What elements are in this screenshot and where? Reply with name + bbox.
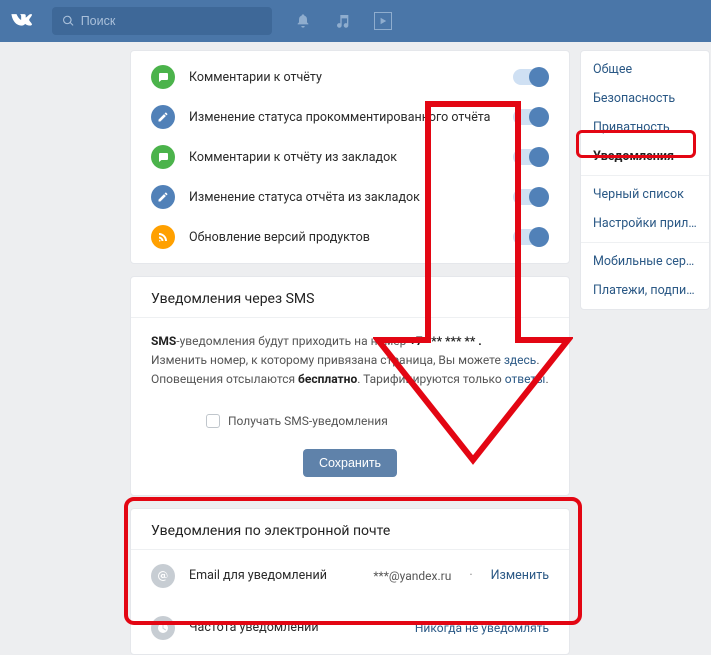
comment-icon	[151, 65, 175, 89]
sidebar-item[interactable]: Черный список	[581, 180, 709, 209]
sidebar-item[interactable]: Общее	[581, 55, 709, 84]
sidebar-item[interactable]: Приватность	[581, 113, 709, 142]
settings-sidebar: ОбщееБезопасностьПриватностьУведомления Ч…	[580, 50, 710, 310]
bell-icon[interactable]	[294, 12, 312, 30]
frequency-label: Частота уведомлений	[189, 620, 401, 635]
clock-icon	[151, 616, 175, 640]
notif-row: Изменение статуса прокомментированного о…	[131, 97, 569, 137]
at-icon	[151, 564, 175, 588]
play-icon[interactable]	[374, 12, 392, 30]
email-title: Уведомления по электронной почте	[131, 509, 569, 550]
notif-label: Обновление версий продуктов	[189, 230, 499, 245]
sidebar-item[interactable]: Настройки приложений	[581, 209, 709, 238]
sidebar-item[interactable]: Мобильные сервисы	[581, 247, 709, 276]
music-icon[interactable]	[334, 12, 352, 30]
toggle[interactable]	[513, 189, 549, 205]
sidebar-item[interactable]: Платежи, подписки, переводы	[581, 276, 709, 305]
sms-title: Уведомления через SMS	[131, 277, 569, 318]
sidebar-separator	[581, 242, 709, 243]
sidebar-item[interactable]: Безопасность	[581, 84, 709, 113]
app-header	[0, 0, 711, 42]
change-number-link[interactable]: здесь	[504, 353, 537, 367]
notif-row: Комментарии к отчёту из закладок	[131, 137, 569, 177]
sms-card: Уведомления через SMS SMS-уведомления бу…	[130, 276, 570, 496]
frequency-value: Никогда не уведомлять	[415, 621, 549, 635]
email-row-frequency[interactable]: Частота уведомлений Никогда не уведомлят…	[131, 602, 569, 654]
answers-link[interactable]: ответы	[505, 372, 546, 386]
notif-label: Комментарии к отчёту из закладок	[189, 150, 499, 165]
vk-logo[interactable]	[10, 13, 38, 29]
notification-toggles-card: Комментарии к отчёту Изменение статуса пр…	[130, 50, 570, 264]
rss-icon	[151, 225, 175, 249]
search-icon	[62, 14, 75, 28]
notif-row: Обновление версий продуктов	[131, 217, 569, 257]
email-row-address: Email для уведомлений ***@yandex.ru · Из…	[131, 550, 569, 602]
notif-label: Комментарии к отчёту	[189, 70, 499, 85]
sidebar-item[interactable]: Уведомления	[581, 142, 709, 171]
notif-label: Изменение статуса прокомментированного о…	[189, 110, 499, 125]
toggle[interactable]	[513, 149, 549, 165]
search-input[interactable]	[81, 14, 262, 28]
pencil-icon	[151, 185, 175, 209]
sms-checkbox[interactable]	[206, 414, 220, 428]
save-button[interactable]: Сохранить	[303, 449, 397, 477]
header-icons	[294, 12, 392, 30]
notif-row: Изменение статуса отчёта из закладок	[131, 177, 569, 217]
sms-bold-prefix: SMS	[151, 334, 176, 348]
sms-checkbox-label: Получать SMS-уведомления	[228, 412, 388, 431]
toggle[interactable]	[513, 229, 549, 245]
search-box[interactable]	[52, 7, 272, 35]
sidebar-separator	[581, 175, 709, 176]
email-label: Email для уведомлений	[189, 568, 359, 583]
sms-body: SMS-уведомления будут приходить на номер…	[131, 318, 569, 495]
comment-icon	[151, 145, 175, 169]
notif-row: Комментарии к отчёту	[131, 57, 569, 97]
pencil-icon	[151, 105, 175, 129]
notif-label: Изменение статуса отчёта из закладок	[189, 190, 499, 205]
change-email-link[interactable]: Изменить	[491, 568, 549, 583]
toggle[interactable]	[513, 109, 549, 125]
toggle[interactable]	[513, 69, 549, 85]
email-card: Уведомления по электронной почте Email д…	[130, 508, 570, 655]
